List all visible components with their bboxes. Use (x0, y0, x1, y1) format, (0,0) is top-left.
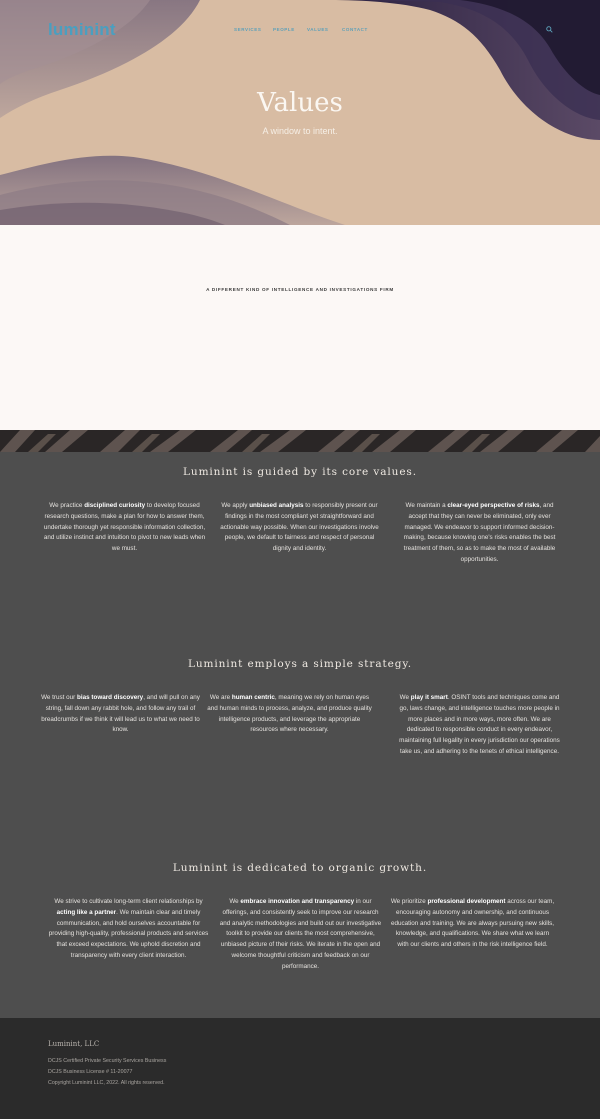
section-title-growth: Luminint is dedicated to organic growth. (172, 862, 428, 874)
strategy-column: We play it smart. OSINT tools and techni… (399, 694, 560, 755)
footer-line: DCJS Certified Private Security Services… (48, 1058, 167, 1064)
strategy-column: We are human centric, meaning we rely on… (207, 694, 372, 734)
growth-column: We strive to cultivate long-term client … (48, 898, 209, 959)
growth-column: We prioritize professional development a… (390, 898, 555, 949)
value-column: We apply unbiased analysis to responsibl… (220, 502, 379, 553)
hero-section: luminint SERVICES PEOPLE VALUES CONTACT … (0, 0, 600, 225)
site-footer: Luminint, LLC DCJS Certified Private Sec… (0, 1018, 600, 1119)
page-title: Values (257, 88, 343, 118)
footer-copyright: Copyright Luminint LLC, 2022. All rights… (48, 1080, 165, 1086)
section-title-core-values: Luminint is guided by its core values. (183, 466, 417, 478)
nav-item-people[interactable]: PEOPLE (273, 27, 295, 32)
footer-line: DCJS Business License # 11-20077 (48, 1069, 133, 1075)
nav-item-contact[interactable]: CONTACT (342, 27, 368, 32)
search-icon[interactable] (546, 26, 553, 33)
intro-tagline: A DIFFERENT KIND OF INTELLIGENCE AND INV… (206, 287, 394, 292)
site-logo[interactable]: luminint (48, 20, 116, 40)
band-art (0, 430, 600, 452)
value-column: We practice disciplined curiosity to dev… (43, 502, 206, 553)
nav-item-services[interactable]: SERVICES (234, 27, 261, 32)
values-content: Luminint is guided by its core values. W… (0, 452, 600, 1018)
decorative-band (0, 430, 600, 452)
section-title-strategy: Luminint employs a simple strategy. (187, 658, 413, 670)
growth-column: We embrace innovation and transparency i… (219, 898, 382, 970)
strategy-column: We trust our bias toward discovery, and … (41, 694, 200, 734)
nav-item-values[interactable]: VALUES (307, 27, 329, 32)
value-column: We maintain a clear-eyed perspective of … (403, 502, 556, 563)
page-subtitle: A window to intent. (262, 126, 338, 136)
footer-company-name: Luminint, LLC (48, 1040, 100, 1048)
intro-section: A DIFFERENT KIND OF INTELLIGENCE AND INV… (0, 225, 600, 430)
